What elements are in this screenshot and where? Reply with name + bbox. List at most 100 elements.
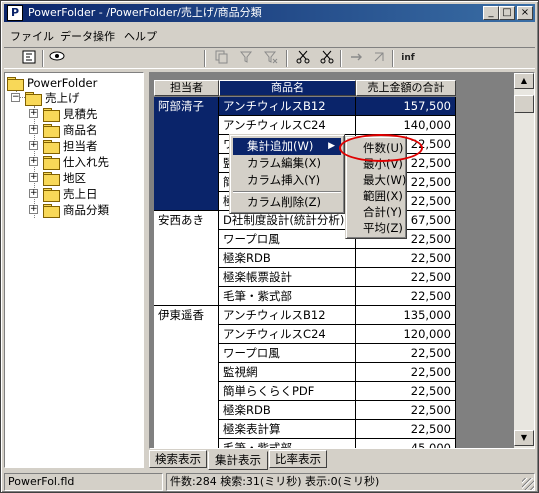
folder-icon (43, 140, 60, 154)
product-cell[interactable]: 極楽RDB (219, 401, 356, 420)
folder-icon (43, 124, 60, 138)
info-button[interactable]: inf (398, 50, 418, 67)
tree-view-icon[interactable] (20, 50, 38, 67)
menu-bar: ファイル データ操作 ヘルプ (4, 25, 535, 45)
product-cell[interactable]: アンチウィルスB12 (219, 97, 356, 116)
submenu-item-sum[interactable]: 合計(Y) (349, 204, 405, 221)
back-icon[interactable] (370, 50, 388, 67)
column-header-sales-total[interactable]: 売上金額の合計 (356, 80, 456, 96)
product-cell[interactable]: 極楽帳票設計 (219, 268, 356, 287)
app-icon[interactable]: P (7, 5, 23, 21)
close-button[interactable]: × (517, 6, 533, 20)
tab-aggregate-view[interactable]: 集計表示 (208, 451, 268, 470)
toolbar-separator (392, 50, 394, 67)
tree-node-label: 商品分類 (63, 203, 109, 217)
sales-total-cell[interactable]: 45,000 (356, 439, 456, 448)
product-cell[interactable]: アンチウィルスC24 (219, 116, 356, 135)
submenu-item-range[interactable]: 範囲(X) (349, 188, 405, 205)
submenu-item-max[interactable]: 最大(W) (349, 172, 406, 189)
menu-item-edit-column[interactable]: カラム編集(X) (233, 155, 341, 172)
folder-open-icon (43, 204, 60, 218)
menu-file[interactable]: ファイル (10, 28, 54, 44)
group-person-cell[interactable]: 阿部清子 (154, 97, 219, 211)
tree-node-label: 仕入れ先 (63, 155, 109, 169)
menu-help[interactable]: ヘルプ (124, 28, 157, 44)
copy-icon[interactable] (212, 50, 230, 67)
sales-total-cell[interactable]: 135,000 (356, 306, 456, 325)
sales-total-cell[interactable]: 140,000 (356, 116, 456, 135)
status-info: 件数:284 検索:31(ミリ秒) 表示:0(ミリ秒) (166, 473, 535, 491)
toolbar-separator (286, 50, 288, 67)
sales-total-cell[interactable]: 22,500 (356, 268, 456, 287)
expand-icon[interactable]: + (29, 157, 38, 166)
column-header-person[interactable]: 担当者 (154, 80, 219, 96)
tree-node-label: 地区 (63, 171, 86, 185)
product-cell[interactable]: アンチウィルスC24 (219, 325, 356, 344)
expand-icon[interactable]: + (29, 141, 38, 150)
toolbar-separator (340, 50, 342, 67)
submenu-item-average[interactable]: 平均(Z) (349, 220, 405, 237)
menu-item-delete-column[interactable]: カラム削除(Z) (233, 194, 341, 211)
sales-total-cell[interactable]: 22,500 (356, 401, 456, 420)
folder-tree[interactable]: PowerFolder − 売上げ + 見積先 + 商品名 + 担当者 + 仕入… (4, 72, 144, 468)
view-tabs: 検索表示 集計表示 比率表示 (149, 450, 535, 470)
folder-open-icon (25, 92, 42, 106)
scroll-thumb[interactable] (514, 95, 534, 113)
menu-item-label: 集計追加(W) (247, 139, 314, 153)
sales-total-cell[interactable]: 22,500 (356, 382, 456, 401)
title-bar[interactable]: P PowerFolder - /PowerFolder/売上げ/商品分類 _ … (4, 4, 535, 22)
status-bar: PowerFol.fld 件数:284 検索:31(ミリ秒) 表示:0(ミリ秒) (4, 473, 535, 491)
sales-total-cell[interactable]: 22,500 (356, 249, 456, 268)
minimize-button[interactable]: _ (483, 6, 499, 20)
cut-alt-icon[interactable] (318, 50, 336, 67)
resize-grip[interactable] (522, 478, 534, 490)
folder-icon (43, 172, 60, 186)
scroll-down-button[interactable]: ▼ (514, 430, 534, 446)
context-menu: 集計追加(W) ▶ カラム編集(X) カラム挿入(Y) カラム削除(Z) (229, 134, 345, 214)
eye-icon[interactable] (48, 50, 66, 67)
product-cell[interactable]: 毛筆・紫式部 (219, 439, 356, 448)
menu-item-add-aggregate[interactable]: 集計追加(W) ▶ (233, 138, 341, 155)
expand-icon[interactable]: + (29, 109, 38, 118)
tab-ratio-view[interactable]: 比率表示 (269, 450, 327, 468)
menu-item-insert-column[interactable]: カラム挿入(Y) (233, 172, 341, 189)
sales-total-cell[interactable]: 22,500 (356, 420, 456, 439)
product-cell[interactable]: 極楽表計算 (219, 420, 356, 439)
filter-clear-icon[interactable] (262, 50, 280, 67)
folder-icon (43, 188, 60, 202)
tree-node-label: 売上日 (63, 187, 98, 201)
sales-total-cell[interactable]: 22,500 (356, 287, 456, 306)
scroll-up-button[interactable]: ▲ (514, 73, 534, 89)
sales-total-cell[interactable]: 22,500 (356, 363, 456, 382)
expand-icon[interactable]: + (29, 189, 38, 198)
expand-icon[interactable]: + (29, 173, 38, 182)
product-cell[interactable]: 毛筆・紫式部 (219, 287, 356, 306)
product-cell[interactable]: 簡単らくらくPDF (219, 382, 356, 401)
status-file: PowerFol.fld (4, 473, 163, 491)
folder-icon (43, 156, 60, 170)
forward-icon[interactable] (348, 50, 366, 67)
aggregate-grid[interactable]: 担当者 商品名 売上金額の合計 阿部清子 アンチウィルスB12 157,500 アンチ… (149, 72, 535, 449)
column-header-product[interactable]: 商品名 (219, 80, 356, 96)
product-cell[interactable]: 監視網 (219, 363, 356, 382)
product-cell[interactable]: ワープロ風 (219, 344, 356, 363)
vertical-scrollbar[interactable]: ▲ ▼ (514, 73, 534, 448)
product-cell[interactable]: 極楽RDB (219, 249, 356, 268)
expand-icon[interactable]: + (29, 125, 38, 134)
product-cell[interactable]: ワープロ風 (219, 230, 356, 249)
collapse-icon[interactable]: − (11, 93, 20, 102)
cut-icon[interactable] (294, 50, 312, 67)
group-person-cell[interactable]: 安西あき (154, 211, 219, 306)
tab-search-view[interactable]: 検索表示 (149, 450, 207, 468)
expand-icon[interactable]: + (29, 205, 38, 214)
filter-icon[interactable] (238, 50, 256, 67)
product-cell[interactable]: アンチウィルスB12 (219, 306, 356, 325)
sales-total-cell[interactable]: 157,500 (356, 97, 456, 116)
maximize-button[interactable]: □ (499, 6, 515, 20)
tree-node-label: 売上げ (45, 91, 80, 105)
folder-icon (43, 108, 60, 122)
sales-total-cell[interactable]: 22,500 (356, 344, 456, 363)
group-person-cell[interactable]: 伊東遥香 (154, 306, 219, 448)
menu-data-operations[interactable]: データ操作 (60, 28, 115, 44)
sales-total-cell[interactable]: 120,000 (356, 325, 456, 344)
